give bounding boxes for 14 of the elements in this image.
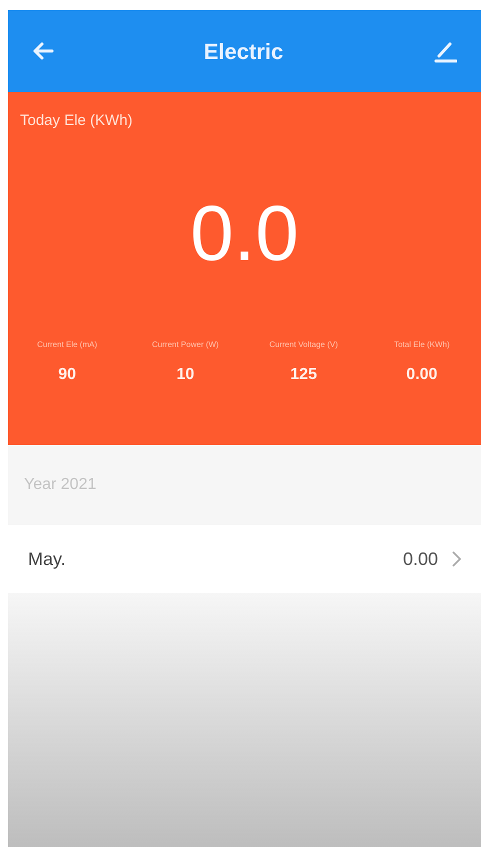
stat-value: 0.00 bbox=[406, 364, 438, 384]
today-label: Today Ele (KWh) bbox=[19, 111, 134, 131]
stat-label: Current Voltage (V) bbox=[269, 338, 338, 350]
stat-value: 125 bbox=[290, 364, 317, 384]
stat-label: Current Power (W) bbox=[152, 338, 219, 350]
back-arrow-icon bbox=[32, 41, 54, 61]
chevron-right-icon bbox=[452, 551, 461, 567]
back-button[interactable] bbox=[32, 41, 54, 61]
stat-label: Total Ele (KWh) bbox=[394, 338, 450, 350]
screen-title: Electric bbox=[204, 38, 284, 66]
stat-value: 10 bbox=[176, 364, 194, 384]
stat-value: 90 bbox=[58, 364, 76, 384]
today-value: 0.0 bbox=[190, 194, 299, 272]
stat-label: Current Ele (mA) bbox=[37, 338, 98, 350]
